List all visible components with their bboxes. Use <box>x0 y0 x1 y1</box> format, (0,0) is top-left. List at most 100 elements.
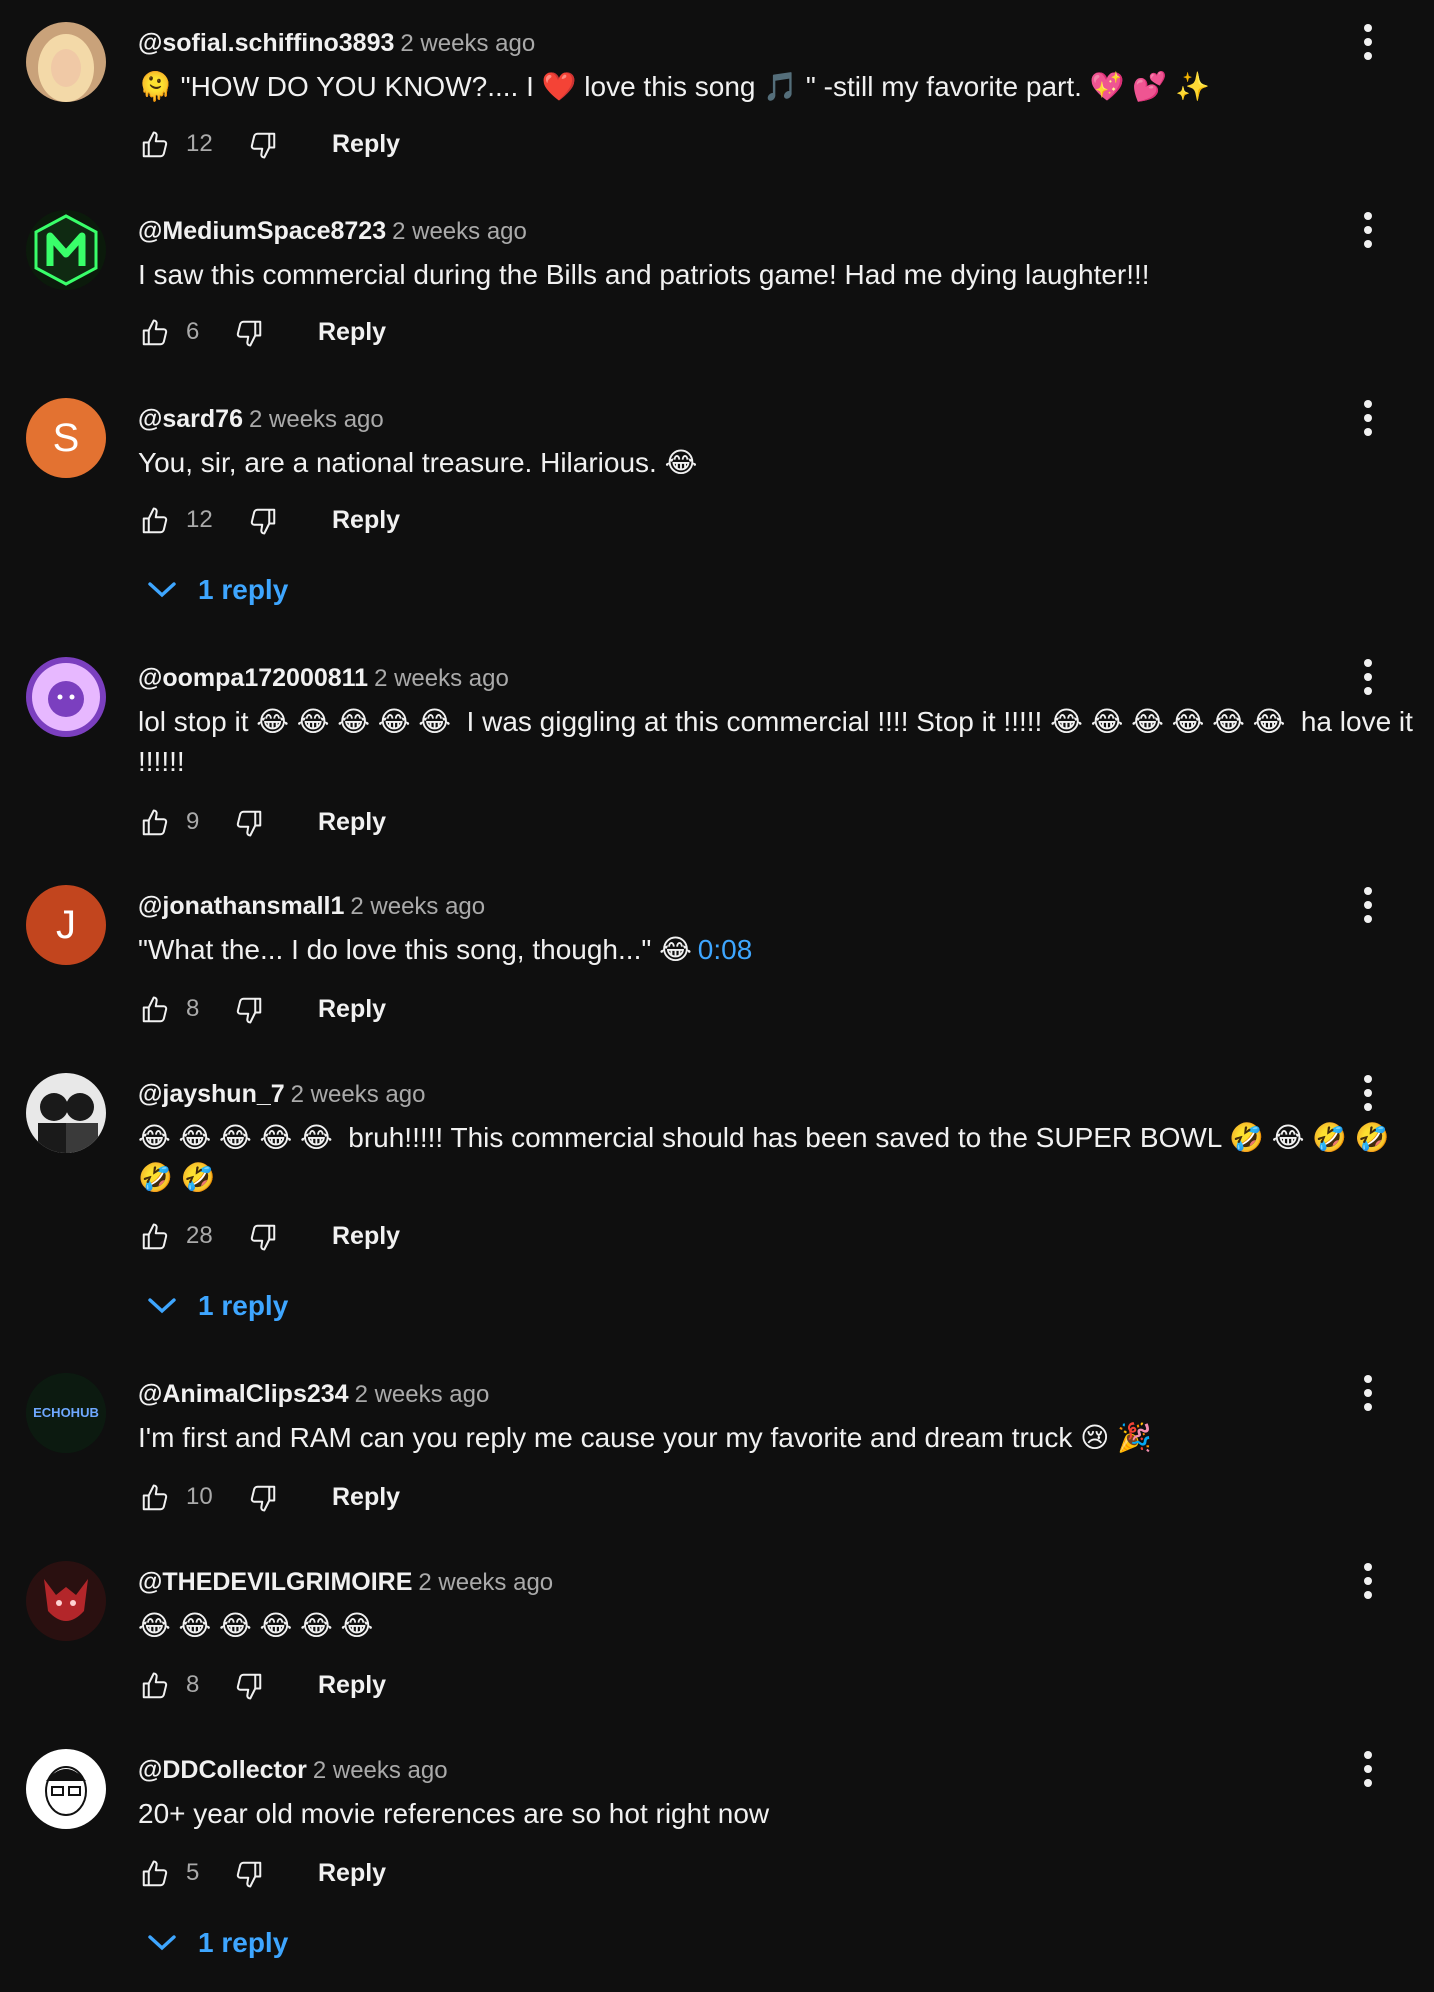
comment-text-body: I'm first and RAM can you reply me cause… <box>138 1422 1152 1453</box>
dislike-button[interactable] <box>246 1216 280 1256</box>
author-name[interactable]: @jonathansmall1 <box>138 892 344 920</box>
like-count: 10 <box>186 1483 213 1510</box>
like-count: 12 <box>186 130 213 157</box>
comment-time[interactable]: 2 weeks ago <box>350 893 485 920</box>
comment-text: 🫠 "HOW DO YOU KNOW?.... I ❤️ love this s… <box>138 67 1414 107</box>
comment-header: @jonathansmall1 2 weeks ago <box>138 886 485 926</box>
avatar-letter: S <box>52 416 80 460</box>
like-button[interactable] <box>138 1477 172 1517</box>
like-count: 12 <box>186 506 213 533</box>
comment-text-body: You, sir, are a national treasure. Hilar… <box>138 447 698 478</box>
reply-button[interactable]: Reply <box>318 312 386 352</box>
like-count: 9 <box>186 808 200 835</box>
comment-text: lol stop it 😂 😂 😂 😂 😂 I was giggling at … <box>138 702 1414 782</box>
reply-button[interactable]: Reply <box>332 124 400 164</box>
replies-count-label: 1 reply <box>198 1927 289 1958</box>
comment-text-body: "What the... I do love this song, though… <box>138 934 692 965</box>
author-name[interactable]: @sard76 <box>138 405 243 433</box>
comment-time[interactable]: 2 weeks ago <box>418 1569 553 1596</box>
comment-text: I saw this commercial during the Bills a… <box>138 255 1414 295</box>
comment-text: I'm first and RAM can you reply me cause… <box>138 1418 1414 1458</box>
comment-text-body: 🫠 "HOW DO YOU KNOW?.... I ❤️ love this s… <box>138 71 1210 102</box>
comment-text-body: 20+ year old movie references are so hot… <box>138 1798 770 1829</box>
reply-button[interactable]: Reply <box>318 802 386 842</box>
reply-button[interactable]: Reply <box>332 1477 400 1517</box>
avatar[interactable]: ECHOHUB <box>26 1373 106 1453</box>
like-button[interactable] <box>138 802 172 842</box>
author-name[interactable]: @jayshun_7 <box>138 1080 285 1108</box>
timestamp-link[interactable]: 0:08 <box>698 934 753 965</box>
comments-section: @sofial.schiffino3893 2 weeks ago 🫠 "HOW D… <box>0 0 1434 1992</box>
more-actions-icon[interactable] <box>1354 396 1382 440</box>
comment-text: 😂 😂 😂 😂 😂 😂 <box>138 1606 1414 1646</box>
like-button[interactable] <box>138 312 172 352</box>
like-button[interactable] <box>138 124 172 164</box>
more-actions-icon[interactable] <box>1354 883 1382 927</box>
comment-header: @THEDEVILGRIMOIRE 2 weeks ago <box>138 1562 553 1602</box>
author-name[interactable]: @AnimalClips234 <box>138 1380 349 1408</box>
more-actions-icon[interactable] <box>1354 208 1382 252</box>
dislike-button[interactable] <box>246 1477 280 1517</box>
comment-time[interactable]: 2 weeks ago <box>249 406 384 433</box>
dislike-button[interactable] <box>246 124 280 164</box>
avatar[interactable] <box>26 210 106 290</box>
author-name[interactable]: @sofial.schiffino3893 <box>138 29 394 57</box>
comment-time[interactable]: 2 weeks ago <box>392 218 527 245</box>
comment-header: @sard76 2 weeks ago <box>138 399 384 439</box>
comment-header: @oompa172000811 2 weeks ago <box>138 658 509 698</box>
comment-text-body: I saw this commercial during the Bills a… <box>138 259 1150 290</box>
reply-button[interactable]: Reply <box>332 500 400 540</box>
avatar[interactable]: S <box>26 398 106 478</box>
comment-time[interactable]: 2 weeks ago <box>374 665 509 692</box>
avatar[interactable] <box>26 22 106 102</box>
comment-text-body: lol stop it 😂 😂 😂 😂 😂 I was giggling at … <box>138 706 1421 777</box>
more-actions-icon[interactable] <box>1354 655 1382 699</box>
comment-text-body: 😂 😂 😂 😂 😂 😂 <box>138 1610 374 1641</box>
comment-text: 😂 😂 😂 😂 😂 bruh!!!!! This commercial shou… <box>138 1118 1414 1198</box>
comment-text-body: 😂 😂 😂 😂 😂 bruh!!!!! This commercial shou… <box>138 1122 1398 1193</box>
avatar-logo-text: ECHOHUB <box>33 1405 99 1420</box>
comment-time[interactable]: 2 weeks ago <box>355 1381 490 1408</box>
like-button[interactable] <box>138 989 172 1029</box>
reply-button[interactable]: Reply <box>332 1216 400 1256</box>
avatar[interactable] <box>26 1561 106 1641</box>
dislike-button[interactable] <box>232 802 266 842</box>
reply-button[interactable]: Reply <box>318 1853 386 1893</box>
avatar[interactable] <box>26 1749 106 1829</box>
reply-button[interactable]: Reply <box>318 989 386 1029</box>
like-button[interactable] <box>138 1665 172 1705</box>
author-name[interactable]: @THEDEVILGRIMOIRE <box>138 1568 412 1596</box>
author-name[interactable]: @MediumSpace8723 <box>138 217 386 245</box>
like-button[interactable] <box>138 1853 172 1893</box>
replies-count-label: 1 reply <box>198 1290 289 1321</box>
like-button[interactable] <box>138 1216 172 1256</box>
more-actions-icon[interactable] <box>1354 1747 1382 1791</box>
comment-header: @jayshun_7 2 weeks ago <box>138 1074 425 1114</box>
like-count: 5 <box>186 1859 200 1886</box>
avatar[interactable] <box>26 657 106 737</box>
more-actions-icon[interactable] <box>1354 1071 1382 1115</box>
avatar[interactable]: J <box>26 885 106 965</box>
comment-time[interactable]: 2 weeks ago <box>291 1081 426 1108</box>
like-button[interactable] <box>138 500 172 540</box>
like-count: 8 <box>186 1671 200 1698</box>
author-name[interactable]: @oompa172000811 <box>138 664 368 692</box>
reply-button[interactable]: Reply <box>318 1665 386 1705</box>
dislike-button[interactable] <box>246 500 280 540</box>
more-actions-icon[interactable] <box>1354 1559 1382 1603</box>
comment-text: 20+ year old movie references are so hot… <box>138 1794 1414 1834</box>
like-count: 6 <box>186 318 200 345</box>
dislike-button[interactable] <box>232 1853 266 1893</box>
more-actions-icon[interactable] <box>1354 1371 1382 1415</box>
author-name[interactable]: @DDCollector <box>138 1756 307 1784</box>
dislike-button[interactable] <box>232 989 266 1029</box>
more-actions-icon[interactable] <box>1354 20 1382 64</box>
comment-time[interactable]: 2 weeks ago <box>400 30 535 57</box>
avatar[interactable] <box>26 1073 106 1153</box>
dislike-button[interactable] <box>232 312 266 352</box>
dislike-button[interactable] <box>232 1665 266 1705</box>
avatar-letter: J <box>56 903 76 947</box>
comment-time[interactable]: 2 weeks ago <box>313 1757 448 1784</box>
replies-count-label: 1 reply <box>198 574 289 605</box>
comment-header: @sofial.schiffino3893 2 weeks ago <box>138 23 535 63</box>
